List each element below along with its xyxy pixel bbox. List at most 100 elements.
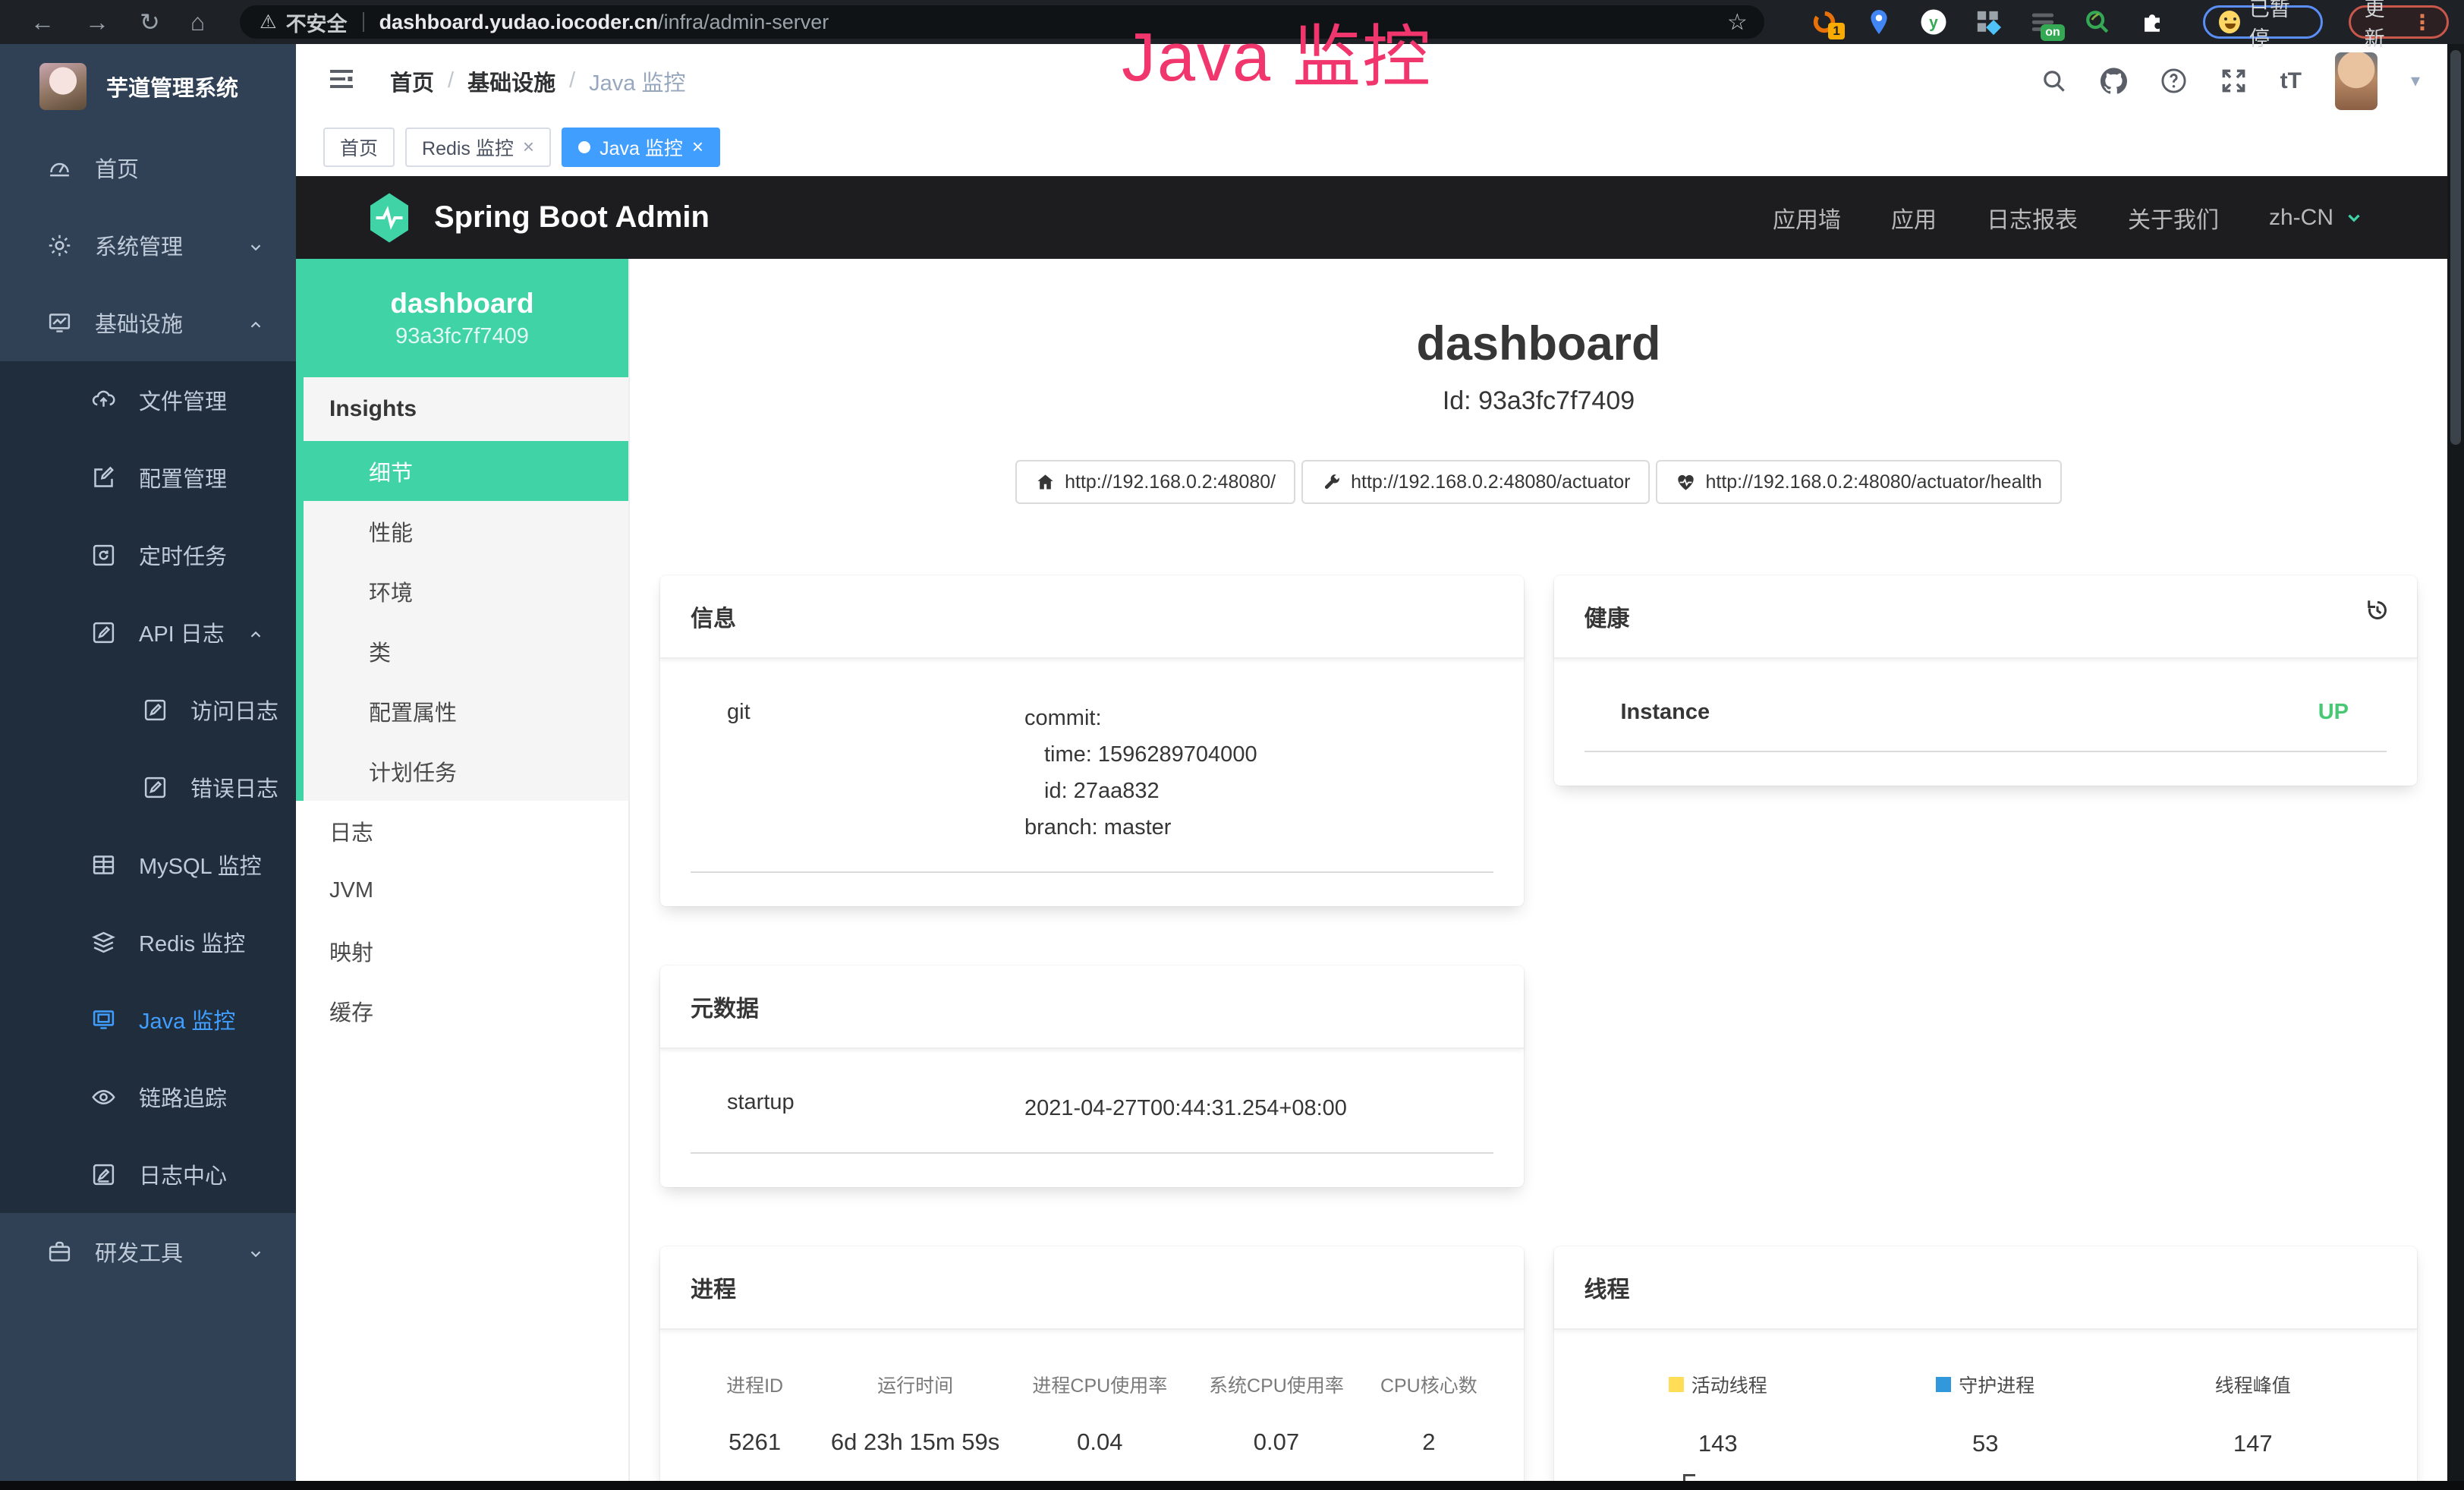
inst-item-logs[interactable]: 日志	[296, 801, 628, 861]
sidebar-item-access-logs[interactable]: 访问日志	[0, 671, 296, 748]
sidebar-item-file-management[interactable]: 文件管理	[0, 361, 296, 439]
tag-bar: 首页 Redis 监控 × Java 监控 ×	[296, 118, 2447, 176]
history-icon[interactable]	[2364, 597, 2391, 630]
inst-item-scheduled-tasks[interactable]: 计划任务	[304, 741, 628, 801]
inst-item-classes[interactable]: 类	[304, 621, 628, 681]
metadata-card-title: 元数据	[660, 966, 1524, 1049]
extension-grid-icon[interactable]	[1974, 8, 2003, 36]
sidebar-item-log-center[interactable]: 日志中心	[0, 1136, 296, 1213]
sba-brand[interactable]: Spring Boot Admin	[434, 200, 710, 235]
inst-item-jvm[interactable]: JVM	[296, 861, 628, 921]
extension-y-circle-icon[interactable]: y	[1919, 8, 1948, 36]
extension-orange-icon[interactable]: 1	[1810, 8, 1839, 36]
legend-swatch-live	[1669, 1377, 1684, 1392]
avatar-caret-icon[interactable]: ▾	[2411, 70, 2420, 92]
sba-nav-journal[interactable]: 日志报表	[1987, 201, 2078, 235]
extension-pin-icon[interactable]	[1865, 8, 1893, 36]
app-logo-row[interactable]: 芋道管理系统	[0, 44, 296, 129]
eye-icon	[91, 1085, 116, 1110]
service-url-chip[interactable]: http://192.168.0.2:48080/	[1015, 460, 1295, 504]
sidebar-item-tracing[interactable]: 链路追踪	[0, 1058, 296, 1136]
text-size-icon[interactable]: tT	[2280, 68, 2302, 94]
breadcrumb-infrastructure[interactable]: 基础设施	[467, 65, 555, 97]
row-divider	[691, 1152, 1493, 1154]
threads-card: 线程 活动线程 143 守护进程 53 线	[1554, 1246, 2418, 1490]
breadcrumb-home[interactable]: 首页	[390, 65, 434, 97]
sidebar-item-mysql-monitor[interactable]: MySQL 监控	[0, 826, 296, 903]
gear-icon	[47, 233, 72, 258]
inst-item-caches[interactable]: 缓存	[296, 981, 628, 1041]
health-url-chip[interactable]: http://192.168.0.2:48080/actuator/health	[1656, 460, 2061, 504]
sba-language-select[interactable]: zh-CN	[2269, 205, 2364, 231]
sidebar-item-error-logs[interactable]: 错误日志	[0, 748, 296, 826]
chevron-up-icon	[247, 314, 264, 331]
chevron-down-icon	[247, 1243, 264, 1260]
hamburger-icon[interactable]	[326, 64, 357, 98]
sba-nav: 应用墙 应用 日志报表 关于我们 zh-CN	[1773, 201, 2364, 235]
browser-home-icon[interactable]: ⌂	[190, 10, 205, 34]
extension-lines-icon[interactable]: on	[2028, 8, 2057, 36]
process-stats-row: 进程ID 5261 运行时间 6d 23h 15m 59s 进程CPU使用率 0…	[691, 1371, 1493, 1456]
bookmark-star-icon[interactable]: ☆	[1727, 9, 1748, 36]
extension-leaf-icon[interactable]	[2083, 8, 2112, 36]
browser-back-icon[interactable]: ←	[30, 10, 55, 34]
sidebar-item-label: 文件管理	[139, 384, 227, 416]
window-scrollbar-track[interactable]	[2447, 44, 2464, 1490]
inst-item-environment[interactable]: 环境	[304, 561, 628, 621]
sba-nav-applications[interactable]: 应用	[1891, 201, 1937, 235]
close-icon[interactable]: ×	[523, 135, 534, 159]
avatar[interactable]	[2335, 52, 2377, 110]
close-icon[interactable]: ×	[692, 135, 703, 159]
metadata-startup-row: startup 2021-04-27T00:44:31.254+08:00	[691, 1090, 1493, 1126]
sidebar-item-label: 定时任务	[139, 539, 227, 571]
inst-item-metrics[interactable]: 性能	[304, 501, 628, 561]
row-divider	[1584, 751, 2387, 752]
info-git-row: git commit: time: 1596289704000 id: 27aa…	[691, 700, 1493, 846]
stat-value: 0.07	[1254, 1429, 1299, 1456]
sba-nav-about[interactable]: 关于我们	[2128, 201, 2219, 235]
sidebar-item-label: API 日志	[139, 616, 225, 648]
chevron-down-icon	[2344, 208, 2364, 228]
sidebar-item-api-logs[interactable]: API 日志	[0, 594, 296, 671]
address-bar[interactable]: ⚠ 不安全 dashboard.yudao.iocoder.cn /infra/…	[240, 5, 1764, 39]
sidebar-item-label: 基础设施	[95, 307, 183, 339]
browser-reload-icon[interactable]: ↻	[140, 10, 160, 34]
sidebar-item-system[interactable]: 系统管理	[0, 206, 296, 284]
inst-item-config-props[interactable]: 配置属性	[304, 681, 628, 741]
fullscreen-icon[interactable]	[2220, 68, 2247, 94]
browser-forward-icon[interactable]: →	[85, 10, 109, 34]
not-secure-label[interactable]: 不安全	[286, 8, 348, 37]
sidebar-item-java-monitor[interactable]: Java 监控	[0, 981, 296, 1058]
threads-peak: 线程峰值 147	[2119, 1371, 2387, 1457]
browser-update-button[interactable]: 更新 ⋮	[2349, 5, 2449, 39]
search-icon[interactable]	[2041, 68, 2067, 94]
sidebar-item-redis-monitor[interactable]: Redis 监控	[0, 903, 296, 981]
briefcase-icon	[47, 1240, 72, 1265]
github-icon[interactable]	[2101, 68, 2127, 94]
actuator-url-chip[interactable]: http://192.168.0.2:48080/actuator	[1301, 460, 1650, 504]
tab-java-monitor[interactable]: Java 监控 ×	[562, 128, 720, 167]
browser-menu-icon[interactable]: ⋮	[2412, 10, 2433, 35]
tab-home[interactable]: 首页	[323, 128, 395, 167]
sidebar-item-dev-tools[interactable]: 研发工具	[0, 1213, 296, 1290]
paused-badge[interactable]: 已暂停	[2203, 5, 2323, 39]
sidebar-item-label: Java 监控	[139, 1003, 235, 1035]
scrollbar-thumb[interactable]	[2450, 50, 2461, 445]
instance-header[interactable]: dashboard 93a3fc7f7409	[296, 259, 628, 377]
inst-item-mappings[interactable]: 映射	[296, 921, 628, 981]
sidebar-item-scheduled-jobs[interactable]: 定时任务	[0, 516, 296, 594]
sidebar-item-infrastructure[interactable]: 基础设施	[0, 284, 296, 361]
sba-language-value: zh-CN	[2269, 205, 2333, 231]
inst-item-details[interactable]: 细节	[304, 441, 628, 501]
extension-puzzle-icon[interactable]	[2138, 8, 2167, 36]
sba-nav-wallboard[interactable]: 应用墙	[1773, 201, 1841, 235]
sidebar-item-config-management[interactable]: 配置管理	[0, 439, 296, 516]
url-host: dashboard.yudao.iocoder.cn	[379, 11, 659, 34]
instance-name: dashboard	[390, 288, 533, 320]
url-divider	[363, 12, 364, 32]
edit-icon	[91, 465, 116, 490]
sidebar-item-home[interactable]: 首页	[0, 129, 296, 206]
threads-daemon: 守护进程 53	[1852, 1371, 2119, 1457]
help-icon[interactable]	[2160, 68, 2187, 94]
tab-redis-monitor[interactable]: Redis 监控 ×	[405, 128, 551, 167]
